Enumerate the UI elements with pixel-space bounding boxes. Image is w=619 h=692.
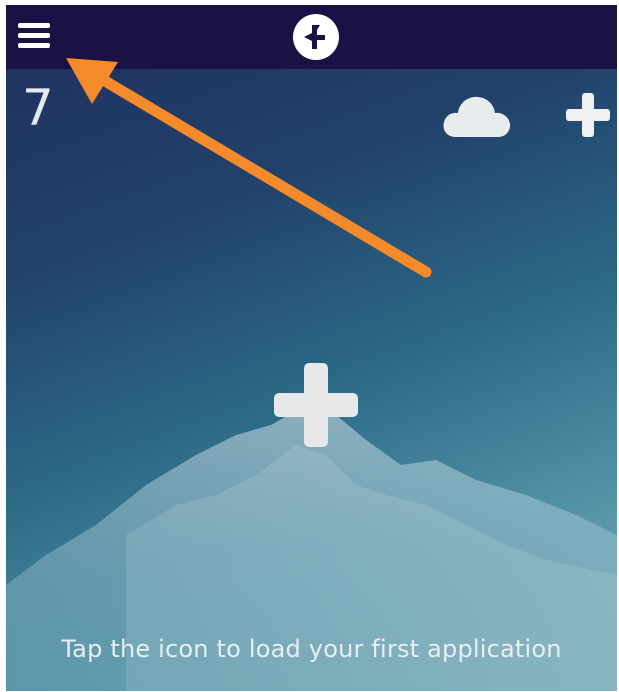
- app-logo-icon: [293, 14, 339, 60]
- top-bar: [6, 5, 617, 69]
- add-application-plus-icon[interactable]: [272, 361, 360, 449]
- hamburger-menu-icon[interactable]: [18, 21, 54, 51]
- app-count: 7: [22, 79, 54, 137]
- add-small-plus-icon[interactable]: [564, 91, 612, 139]
- cloud-icon[interactable]: [442, 91, 512, 139]
- app-screen: 7 Tap the icon to load your first applic…: [6, 5, 617, 691]
- empty-state-hint: Tap the icon to load your first applicat…: [61, 635, 562, 663]
